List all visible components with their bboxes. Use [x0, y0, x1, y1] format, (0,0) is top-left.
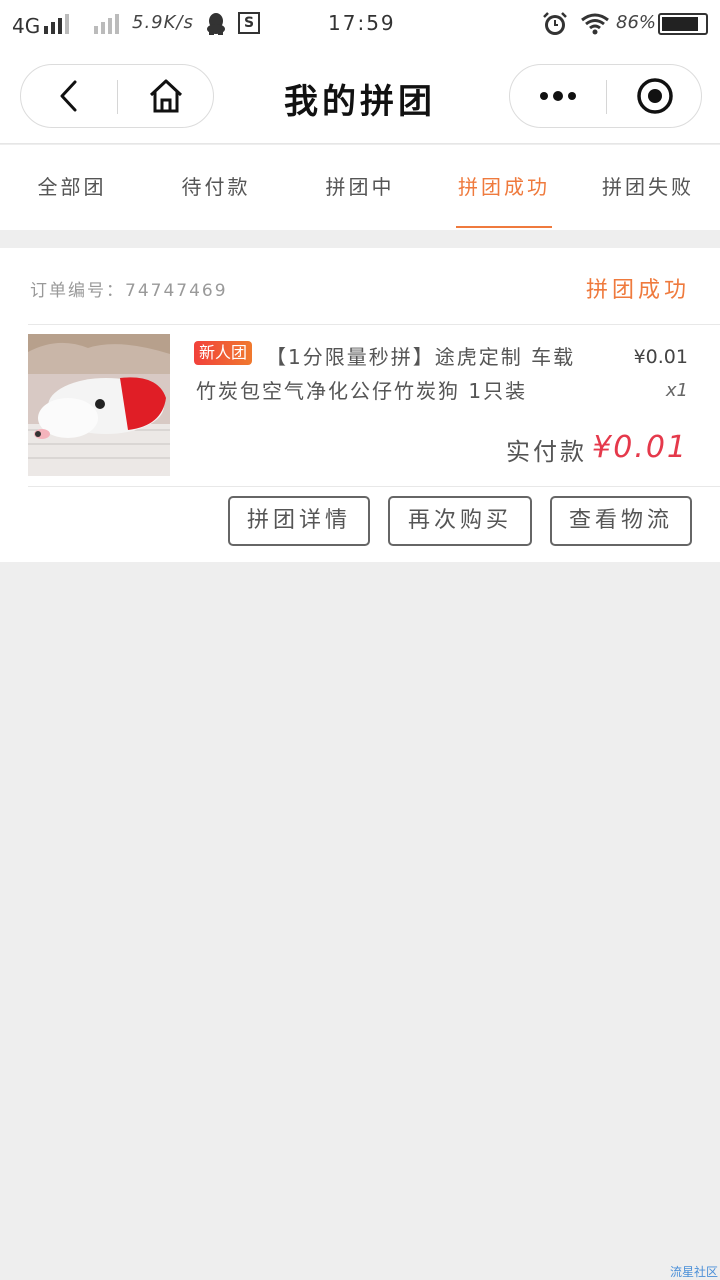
tab-pending-payment[interactable]: 待付款: [144, 145, 288, 230]
group-detail-button[interactable]: 拼团详情: [228, 496, 370, 546]
page-title: 我的拼团: [284, 82, 436, 122]
status-bar: 4G 5.9K/s S 17:59 86%: [0, 0, 720, 48]
order-card: 订单编号：74747469 拼团成功 新人团 【1分限量秒拼】途虎定制 车载竹炭…: [0, 248, 720, 562]
divider: [28, 324, 720, 325]
status-tabs: 全部团 待付款 拼团中 拼团成功 拼团失败: [0, 145, 720, 230]
network-type: 4G: [12, 14, 41, 38]
home-button[interactable]: [118, 65, 214, 127]
view-logistics-button[interactable]: 查看物流: [550, 496, 692, 546]
battery-percent: 86%: [616, 12, 657, 33]
wifi-icon: [581, 13, 609, 35]
product-name[interactable]: 【1分限量秒拼】途虎定制 车载竹炭包空气净化公仔竹炭狗 1只装: [196, 340, 592, 408]
tab-all[interactable]: 全部团: [0, 145, 144, 230]
battery-icon: [658, 13, 708, 35]
back-icon: [60, 80, 77, 112]
product-thumbnail[interactable]: [28, 334, 170, 476]
nav-bar: 我的拼团: [0, 48, 720, 144]
buy-again-button[interactable]: 再次购买: [388, 496, 532, 546]
network-speed: 5.9K/s: [132, 12, 194, 33]
quantity: x1: [665, 380, 688, 401]
home-icon: [149, 79, 183, 113]
signal-icon: [44, 12, 69, 34]
tab-in-progress[interactable]: 拼团中: [288, 145, 432, 230]
tab-success[interactable]: 拼团成功: [432, 145, 576, 230]
order-number: 订单编号：74747469: [30, 281, 228, 301]
divider: [28, 486, 720, 487]
s-app-icon: S: [238, 12, 260, 34]
paid-amount-value: ¥0.01: [592, 430, 688, 465]
close-miniprogram-button[interactable]: [607, 65, 703, 127]
battery-fill: [662, 17, 699, 31]
paid-amount-label: 实付款: [506, 438, 587, 466]
back-button[interactable]: [21, 65, 117, 127]
signal-2-icon: [94, 12, 119, 34]
alarm-icon: [543, 12, 567, 35]
unit-price: ¥0.01: [633, 346, 688, 368]
order-status: 拼团成功: [585, 278, 690, 303]
nav-capsule-left: [20, 64, 214, 128]
qq-icon: [207, 13, 225, 35]
product-image: [28, 334, 170, 476]
more-icon: [540, 91, 576, 101]
nav-capsule-right: [509, 64, 702, 128]
tab-failed[interactable]: 拼团失败: [576, 145, 720, 230]
target-icon: [637, 78, 673, 114]
watermark: 流星社区: [669, 1265, 718, 1279]
more-button[interactable]: [510, 65, 606, 127]
clock: 17:59: [328, 11, 396, 35]
